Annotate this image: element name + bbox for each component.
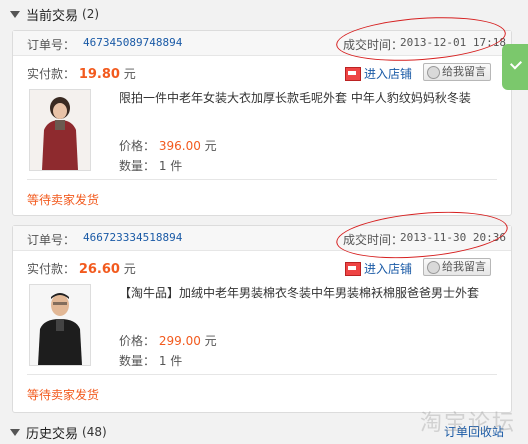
message-icon <box>427 66 440 79</box>
paid-amount-row: 实付款： 26.60 元 <box>27 260 136 277</box>
price-row: 价格： 299.00 元 <box>119 332 217 349</box>
order-number[interactable]: 467345089748894 <box>83 36 182 49</box>
quantity-value: 1 件 <box>158 159 183 173</box>
order-number-label: 订单号： <box>27 233 76 247</box>
floating-check-button[interactable] <box>502 44 528 90</box>
message-icon <box>427 261 440 274</box>
quantity-row: 数量： 1 件 <box>119 352 182 369</box>
leave-message-button[interactable]: 给我留言 <box>423 63 491 81</box>
shop-icon <box>345 261 361 276</box>
history-trades-count: (48) <box>82 425 107 439</box>
paid-amount: 26.60 <box>78 262 120 277</box>
paid-amount-label: 实付款： <box>27 262 76 276</box>
product-title[interactable]: 限拍一件中老年女装大衣加厚长款毛呢外套 中年人豹纹妈妈秋冬装 <box>119 89 471 106</box>
quantity-label: 数量： <box>119 354 156 368</box>
history-trades-title: 历史交易 <box>26 426 79 442</box>
leave-message-button[interactable]: 给我留言 <box>423 258 491 276</box>
price-value: 299.00 <box>158 334 201 348</box>
divider <box>27 179 497 180</box>
collapse-triangle-icon[interactable] <box>10 10 20 18</box>
expand-triangle-icon[interactable] <box>10 428 20 436</box>
check-icon <box>509 57 523 70</box>
order-number-label: 订单号： <box>27 38 76 52</box>
paid-amount: 19.80 <box>78 67 120 82</box>
price-unit: 元 <box>204 334 217 348</box>
price-row: 价格： 396.00 元 <box>119 137 217 154</box>
current-trades-title: 当前交易 <box>26 8 79 24</box>
order-status: 等待卖家发货 <box>27 388 100 402</box>
leave-message-label: 给我留言 <box>442 260 486 273</box>
leave-message-label: 给我留言 <box>442 65 486 78</box>
divider <box>27 374 497 375</box>
paid-amount-label: 实付款： <box>27 67 76 81</box>
price-label: 价格： <box>119 139 156 153</box>
shop-icon <box>345 66 361 81</box>
price-value: 396.00 <box>158 139 201 153</box>
enter-shop-label: 进入店铺 <box>364 67 413 81</box>
order-status: 等待卖家发货 <box>27 193 100 207</box>
enter-shop-button[interactable]: 进入店铺 <box>345 260 412 277</box>
product-thumbnail[interactable] <box>29 284 91 366</box>
price-unit: 元 <box>204 139 217 153</box>
current-trades-count: (2) <box>82 7 100 21</box>
paid-amount-unit: 元 <box>123 67 136 81</box>
quantity-value: 1 件 <box>158 354 183 368</box>
product-thumbnail[interactable] <box>29 89 91 171</box>
quantity-row: 数量： 1 件 <box>119 157 182 174</box>
product-title[interactable]: 【淘牛品】加绒中老年男装棉衣冬装中年男装棉袄棉服爸爸男士外套 <box>119 284 479 301</box>
paid-amount-row: 实付款： 19.80 元 <box>27 65 136 82</box>
price-label: 价格： <box>119 334 156 348</box>
order-number[interactable]: 466723334518894 <box>83 231 182 244</box>
paid-amount-unit: 元 <box>123 262 136 276</box>
quantity-label: 数量： <box>119 159 156 173</box>
forum-watermark: 淘宝论坛 <box>420 411 517 436</box>
enter-shop-label: 进入店铺 <box>364 262 413 276</box>
enter-shop-button[interactable]: 进入店铺 <box>345 65 412 82</box>
